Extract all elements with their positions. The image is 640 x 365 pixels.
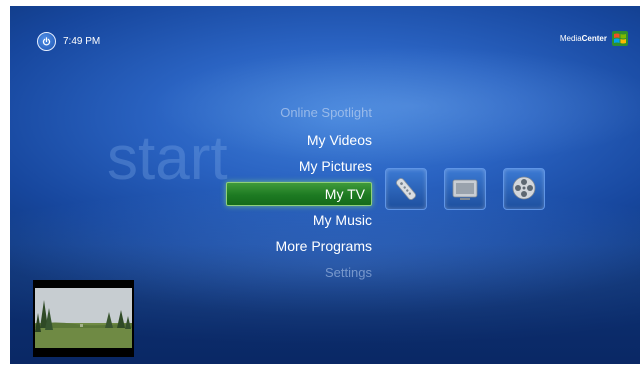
brand-prefix: Media [559, 34, 582, 43]
tv-preview-image [35, 288, 132, 348]
brand-label: MediaCenter [560, 34, 607, 43]
remote-control-icon [396, 178, 416, 200]
clock-area: 7:49 PM [37, 32, 100, 51]
windows-logo-icon [612, 31, 628, 46]
power-icon [42, 37, 51, 46]
power-button[interactable] [37, 32, 56, 51]
tv-monitor-tile[interactable] [444, 168, 486, 210]
menu-item-settings[interactable]: Settings [325, 262, 372, 284]
menu-item-my-tv[interactable]: My TV [226, 182, 372, 206]
media-center-brand: MediaCenter [560, 31, 628, 46]
media-center-screen: 7:49 PM MediaCenter start Online Spotlig… [10, 6, 640, 364]
menu-item-more-programs[interactable]: More Programs [276, 235, 372, 257]
remote-control-tile[interactable] [385, 168, 427, 210]
menu-item-my-pictures[interactable]: My Pictures [299, 155, 372, 177]
landscape-picture [35, 288, 132, 348]
menu-item-my-videos[interactable]: My Videos [307, 129, 372, 151]
start-watermark: start [107, 124, 228, 193]
film-reel-tile[interactable] [503, 168, 545, 210]
live-tv-preview[interactable] [33, 280, 134, 357]
film-reel-icon [512, 176, 536, 200]
menu-item-my-music[interactable]: My Music [313, 209, 372, 231]
time-display: 7:49 PM [63, 36, 101, 47]
brand-bold: Center [581, 34, 607, 43]
tv-monitor-icon [452, 179, 478, 200]
menu-item-online-spotlight[interactable]: Online Spotlight [280, 102, 372, 124]
